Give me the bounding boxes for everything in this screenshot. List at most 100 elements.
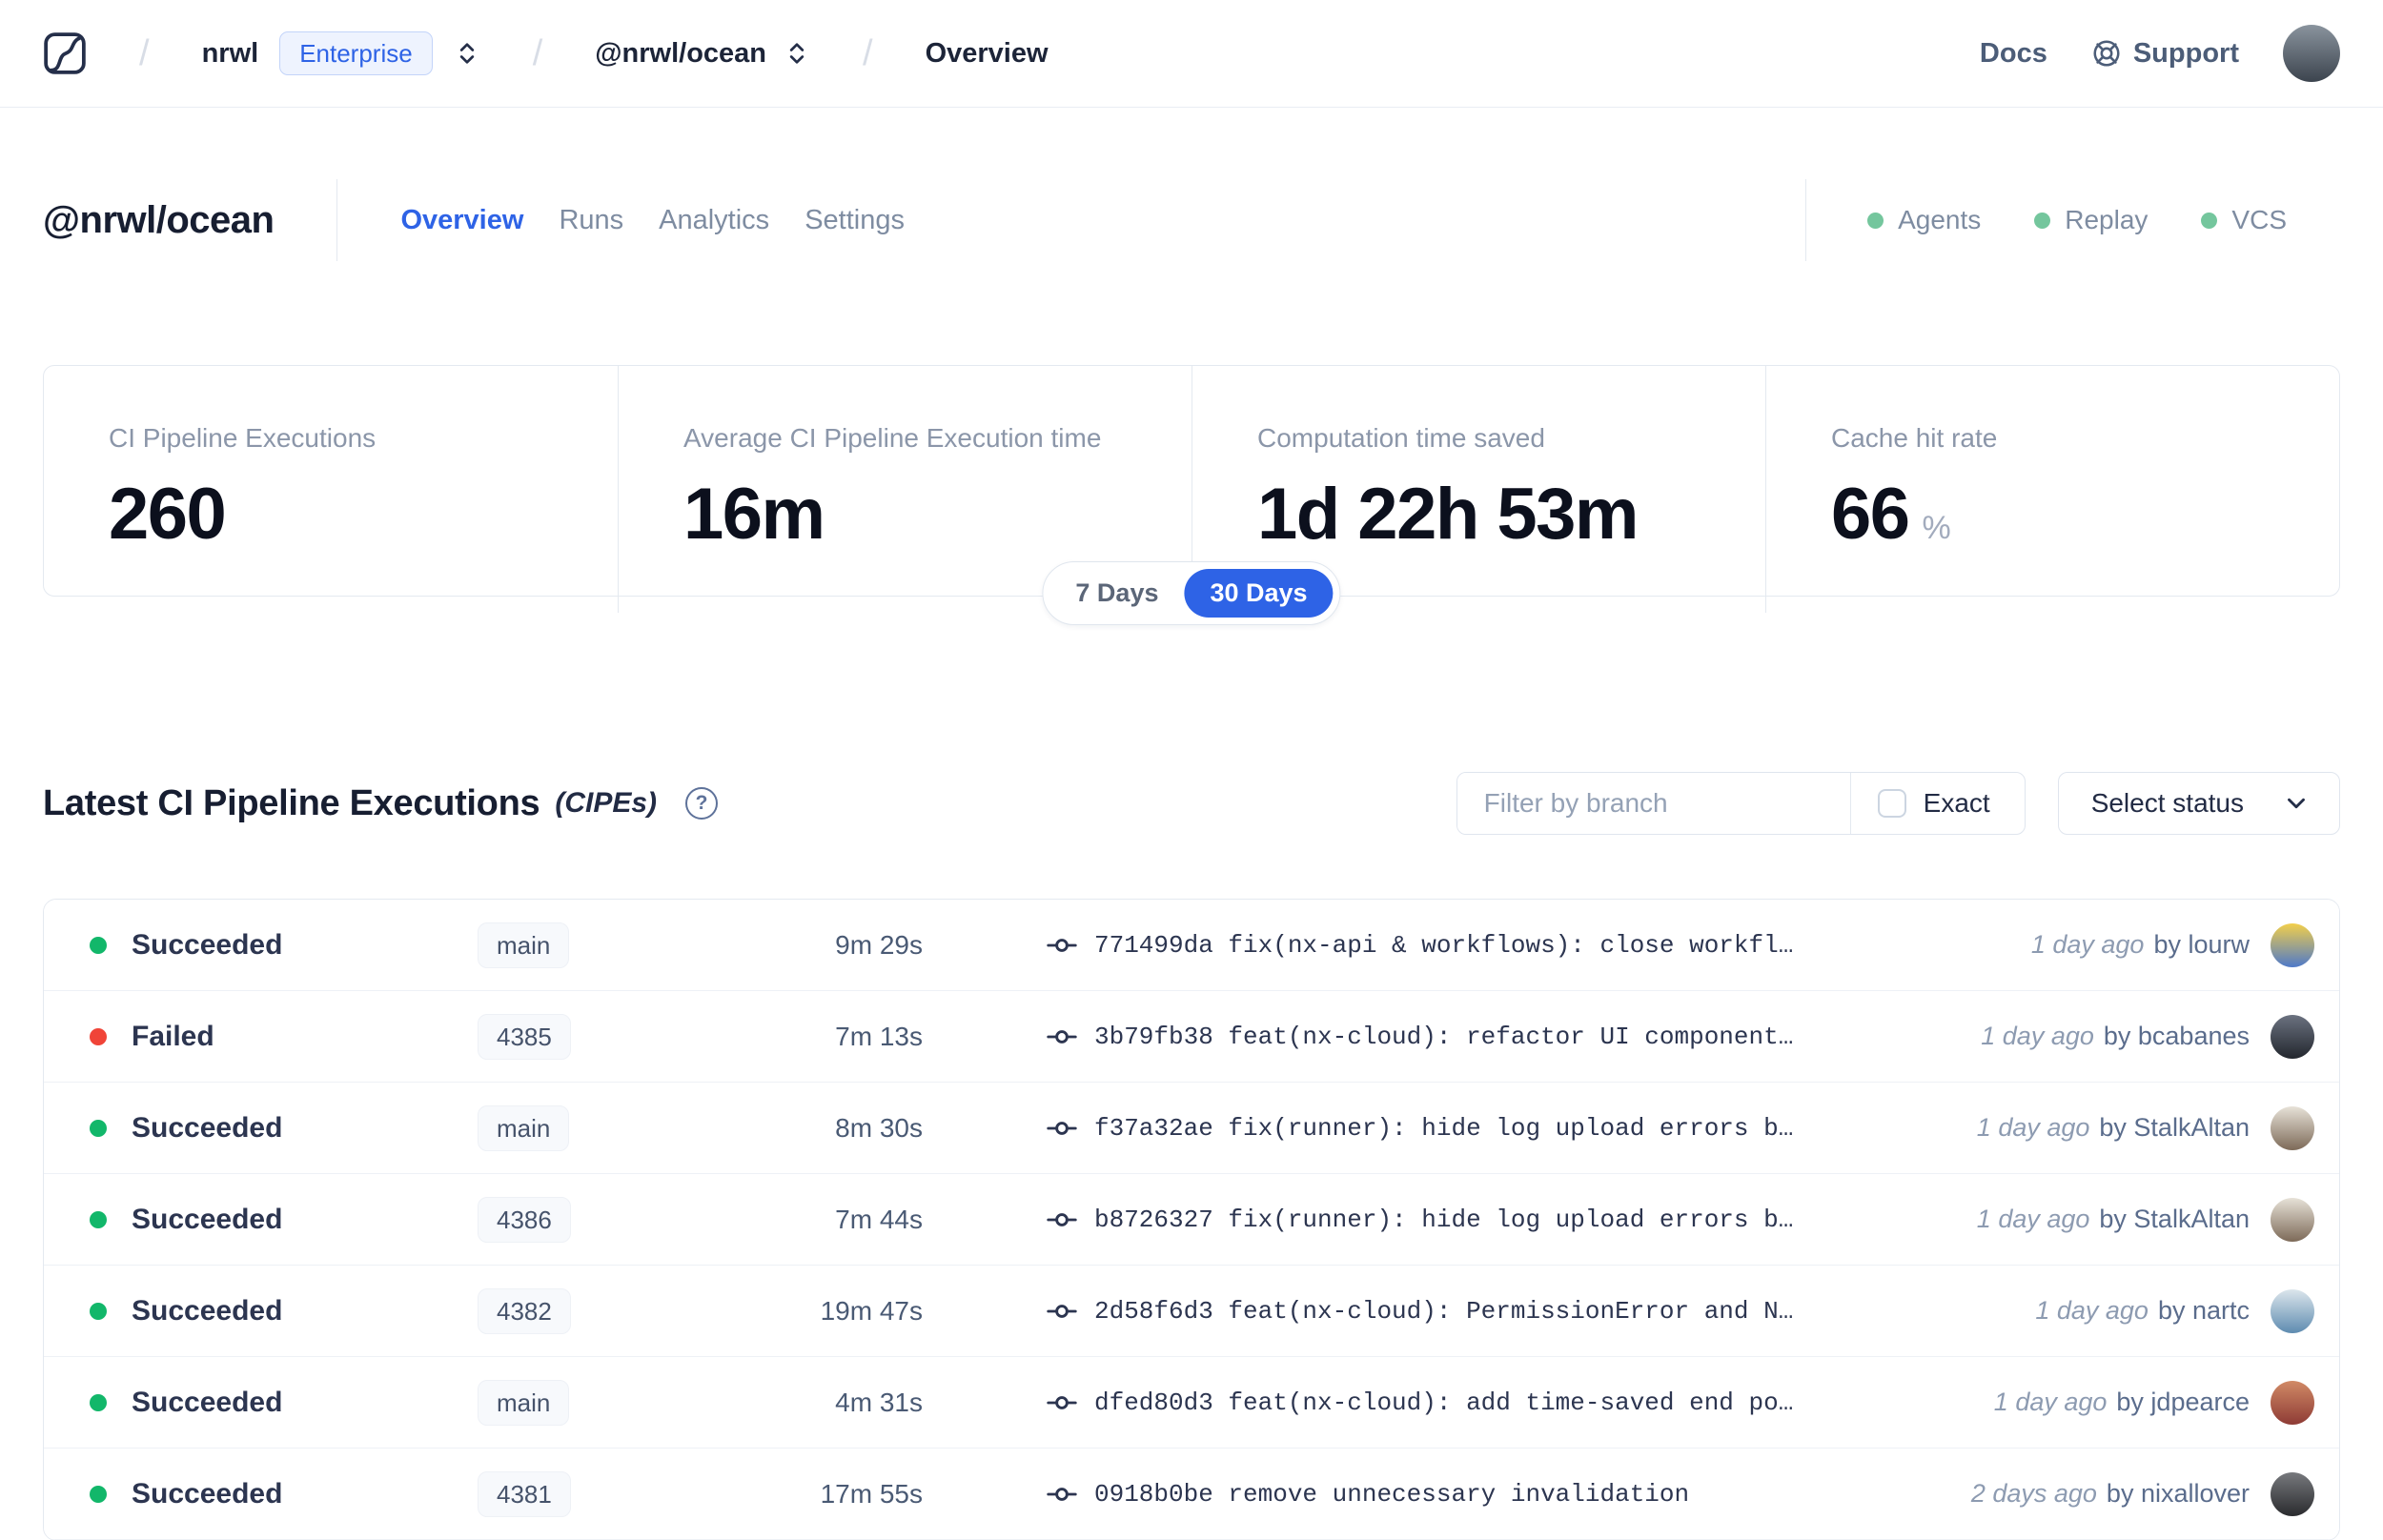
commit-message[interactable]: 771499da fix(nx-api & workflows): close … (1094, 931, 1793, 960)
git-commit-icon (1047, 1029, 1077, 1044)
status-dot (90, 1302, 107, 1320)
branch-badge[interactable]: main (478, 1104, 570, 1151)
time-ago: 1 day ago (1981, 1022, 2094, 1050)
status-label: Succeeded (132, 1111, 283, 1144)
workspace-switcher-icon[interactable] (784, 40, 810, 67)
workspace-name[interactable]: @nrwl/ocean (595, 38, 766, 70)
branch-badge[interactable]: main (478, 922, 570, 968)
divider (336, 179, 338, 261)
branch-badge[interactable]: main (478, 1379, 570, 1426)
table-row[interactable]: Succeeded main 8m 30s f37a32ae fix(runne… (44, 1083, 2339, 1174)
support-link[interactable]: Support (2091, 38, 2239, 70)
stat-value: 66 (1831, 474, 1910, 555)
table-row[interactable]: Succeeded main 4m 31s dfed80d3 feat(nx-c… (44, 1357, 2339, 1449)
author-avatar[interactable] (2271, 1471, 2314, 1516)
commit-message[interactable]: b8726327 fix(runner): hide log upload er… (1094, 1206, 1793, 1234)
author: by nixallover (2106, 1479, 2250, 1508)
status-label: Succeeded (132, 1203, 283, 1235)
author-avatar[interactable] (2271, 1380, 2314, 1425)
service-replay[interactable]: Replay (2034, 205, 2148, 235)
git-commit-icon (1047, 1304, 1077, 1318)
stat-cache-hit-rate: Cache hit rate 66 % (1765, 366, 2339, 613)
commit-message[interactable]: 0918b0be remove unnecessary invalidation (1094, 1480, 1689, 1509)
date-range-toggle: 7 Days 30 Days (1042, 561, 1341, 625)
table-row[interactable]: Succeeded 4381 17m 55s 0918b0be remove u… (44, 1449, 2339, 1540)
branch-badge[interactable]: 4381 (478, 1470, 571, 1517)
author: by bcabanes (2103, 1022, 2250, 1050)
commit-message[interactable]: f37a32ae fix(runner): hide log upload er… (1094, 1114, 1793, 1143)
git-commit-icon (1047, 1395, 1077, 1409)
git-commit-icon (1047, 938, 1077, 952)
breadcrumb-separator: / (863, 32, 873, 73)
status-select-button[interactable]: Select status (2057, 772, 2340, 835)
docs-link[interactable]: Docs (1980, 38, 2047, 70)
lifebuoy-icon (2093, 40, 2120, 67)
time-ago: 1 day ago (1976, 1205, 2090, 1233)
user-avatar[interactable] (2283, 25, 2340, 82)
stat-value: 260 (109, 474, 227, 555)
branch-badge[interactable]: 4382 (478, 1287, 571, 1334)
branch-badge[interactable]: 4385 (478, 1013, 571, 1060)
table-row[interactable]: Succeeded 4386 7m 44s b8726327 fix(runne… (44, 1174, 2339, 1266)
org-switcher-icon[interactable] (454, 40, 480, 67)
table-row[interactable]: Succeeded 4382 19m 47s 2d58f6d3 feat(nx-… (44, 1266, 2339, 1357)
author-avatar[interactable] (2271, 1197, 2314, 1242)
service-status-dot (2034, 212, 2051, 229)
branch-badge[interactable]: 4386 (478, 1196, 571, 1243)
author-avatar[interactable] (2271, 1014, 2314, 1059)
table-row[interactable]: Succeeded main 9m 29s 771499da fix(nx-ap… (44, 900, 2339, 991)
branch-filter-input[interactable] (1456, 773, 1850, 834)
stat-unit: % (1922, 510, 1951, 546)
breadcrumb-separator: / (532, 32, 543, 73)
tab-overview[interactable]: Overview (400, 205, 523, 236)
status-label: Succeeded (132, 1386, 283, 1418)
workspace-header: @nrwl/ocean Overview Runs Analytics Sett… (43, 171, 2340, 270)
duration-value: 9m 29s (835, 929, 923, 960)
tab-analytics[interactable]: Analytics (659, 205, 769, 236)
range-option[interactable]: 7 Days (1049, 569, 1184, 618)
time-ago: 2 days ago (1970, 1479, 2097, 1508)
org-name[interactable]: nrwl (202, 38, 259, 70)
help-icon[interactable]: ? (685, 787, 719, 820)
exact-checkbox[interactable] (1877, 789, 1906, 818)
commit-message[interactable]: dfed80d3 feat(nx-cloud): add time-saved … (1094, 1388, 1793, 1417)
status-label: Succeeded (132, 928, 283, 961)
commit-message[interactable]: 3b79fb38 feat(nx-cloud): refactor UI com… (1094, 1023, 1793, 1051)
nx-cloud-logo-icon[interactable] (43, 31, 87, 75)
stat-value: 1d 22h 53m (1257, 474, 1640, 555)
author-avatar[interactable] (2271, 922, 2314, 967)
tab-runs[interactable]: Runs (559, 205, 623, 236)
range-option[interactable]: 30 Days (1184, 569, 1334, 618)
time-ago: 1 day ago (2035, 1296, 2149, 1325)
chevron-down-icon (2288, 798, 2305, 809)
table-row[interactable]: Failed 4385 7m 13s 3b79fb38 feat(nx-clou… (44, 991, 2339, 1083)
service-vcs[interactable]: VCS (2201, 205, 2287, 235)
service-agents[interactable]: Agents (1867, 205, 1981, 235)
duration-value: 7m 13s (835, 1021, 923, 1051)
service-status-group: Agents Replay VCS (1805, 179, 2287, 261)
enterprise-badge: Enterprise (279, 31, 433, 75)
author: by lourw (2153, 930, 2250, 959)
cipe-table: Succeeded main 9m 29s 771499da fix(nx-ap… (43, 899, 2340, 1540)
commit-message[interactable]: 2d58f6d3 feat(nx-cloud): PermissionError… (1094, 1297, 1793, 1326)
tab-settings[interactable]: Settings (805, 205, 905, 236)
duration-value: 17m 55s (820, 1478, 923, 1509)
status-label: Succeeded (132, 1294, 283, 1327)
stat-label: Computation time saved (1257, 423, 1545, 453)
author-avatar[interactable] (2271, 1105, 2314, 1150)
author: by jdpearce (2116, 1388, 2250, 1416)
stat-value: 16m (683, 474, 825, 555)
author: by StalkAltan (2099, 1113, 2250, 1142)
breadcrumb: / nrwl Enterprise / @nrwl/ocean / Overvi… (43, 31, 1049, 75)
status-dot (90, 1485, 107, 1503)
branch-filter-group: Exact (1456, 772, 2026, 835)
stats-card-row: CI Pipeline Executions 260 Average CI Pi… (43, 365, 2340, 625)
git-commit-icon (1047, 1487, 1077, 1501)
duration-value: 7m 44s (835, 1204, 923, 1234)
service-status-dot (2201, 212, 2218, 229)
stat-label: Cache hit rate (1831, 423, 1998, 453)
time-ago: 1 day ago (2030, 930, 2145, 959)
page-title: @nrwl/ocean (43, 198, 275, 241)
status-label: Succeeded (132, 1477, 283, 1510)
author-avatar[interactable] (2271, 1288, 2314, 1333)
